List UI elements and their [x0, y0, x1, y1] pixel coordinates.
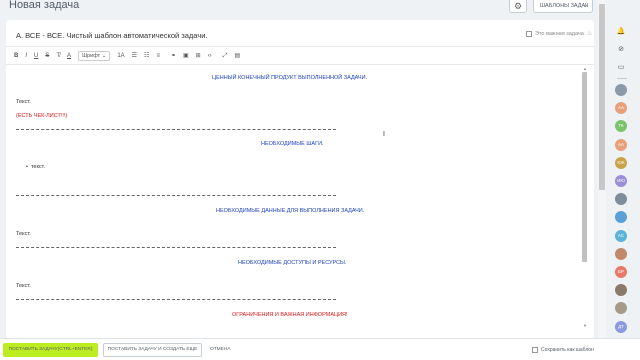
- gear-icon: ⚙: [513, 1, 523, 11]
- avatar[interactable]: ТК: [615, 120, 627, 133]
- numbered-list-icon[interactable]: ☰: [132, 49, 137, 63]
- section-heading: НЕОБХОДИМЫЕ ДОСТУПЫ И РЕСУРСЫ.: [238, 260, 347, 266]
- avatar[interactable]: [615, 302, 627, 315]
- cancel-button[interactable]: ОТМЕНА: [207, 343, 234, 357]
- avatar[interactable]: [615, 247, 627, 260]
- settings-button[interactable]: ⚙: [509, 0, 527, 13]
- avatar[interactable]: ДТ: [615, 320, 627, 333]
- templates-dropdown[interactable]: ШАБЛОНЫ ЗАДАЧ ⌄: [533, 0, 593, 13]
- bell-icon[interactable]: 🔔: [615, 26, 627, 38]
- italic-button[interactable]: I: [25, 49, 27, 63]
- save-template-checkbox[interactable]: [532, 347, 538, 353]
- section-heading: ЦЕННЫЙ КОНЕЧНЫЙ ПРОДУКТ ВЫПОЛНЕННОЙ ЗАДА…: [212, 75, 368, 81]
- chevron-down-icon: ⌄: [582, 3, 588, 9]
- list-item: текст.: [26, 164, 45, 170]
- save-template-label: Сохранить как шаблон: [541, 347, 594, 353]
- save-as-template-toggle[interactable]: Сохранить как шаблон: [532, 347, 594, 353]
- font-size-button[interactable]: 1A: [117, 49, 124, 63]
- text-cursor-icon: I: [383, 131, 385, 138]
- link-icon[interactable]: ⚭: [171, 49, 176, 63]
- warning-heading: ОГРАНИЧЕНИЯ И ВАЖНАЯ ИНФОРМАЦИЯ!: [232, 312, 348, 318]
- editor-content[interactable]: ЦЕННЫЙ КОНЕЧНЫЙ ПРОДУКТ ВЫПОЛНЕННОЙ ЗАДА…: [6, 65, 586, 335]
- dashed-divider: [16, 247, 336, 248]
- dashed-divider: [16, 129, 336, 130]
- submit-and-create-button[interactable]: ПОСТАВИТЬ ЗАДАЧУ И СОЗДАТЬ ЕЩЕ: [103, 343, 202, 357]
- editor-scrollbar[interactable]: [582, 72, 587, 262]
- avatar[interactable]: [615, 211, 627, 224]
- scroll-down-arrow[interactable]: ▼: [583, 323, 587, 328]
- page-title: Новая задача: [9, 0, 80, 11]
- flame-icon: ♨: [586, 31, 593, 37]
- important-label: Это важная задача: [535, 30, 584, 37]
- important-checkbox[interactable]: [526, 30, 532, 37]
- avatar[interactable]: ЮК: [615, 156, 627, 169]
- avatar[interactable]: АС: [615, 229, 627, 242]
- image-icon[interactable]: ▣: [183, 49, 189, 63]
- search-icon[interactable]: ⊘: [615, 44, 627, 56]
- strikethrough-button[interactable]: S: [45, 49, 49, 63]
- clear-format-button[interactable]: T̸: [56, 49, 60, 63]
- templates-label: ШАБЛОНЫ ЗАДАЧ: [540, 3, 589, 9]
- text-color-button[interactable]: A: [67, 49, 71, 63]
- bold-button[interactable]: B: [14, 49, 18, 63]
- avatar[interactable]: [615, 193, 627, 206]
- paragraph: Текст.: [16, 231, 31, 237]
- submit-button[interactable]: ПОСТАВИТЬ ЗАДАЧУ(CTRL+ENTER): [3, 343, 98, 357]
- chat-icon[interactable]: ▭: [615, 62, 627, 74]
- code-icon[interactable]: ‹›: [208, 49, 212, 63]
- task-form: А. ВСЕ - ВСЕ. Чистый шаблон автоматическ…: [6, 20, 594, 338]
- avatar[interactable]: ИЮ: [615, 175, 627, 187]
- divider: [617, 78, 627, 79]
- fullscreen-icon[interactable]: ⤢: [223, 49, 228, 63]
- dashed-divider: [16, 299, 336, 300]
- avatar[interactable]: [615, 84, 627, 96]
- avatar[interactable]: [615, 284, 627, 297]
- task-title-input[interactable]: А. ВСЕ - ВСЕ. Чистый шаблон автоматическ…: [16, 31, 208, 40]
- checklist-note: (ЕСТЬ ЧЕК-ЛИСТ!!!): [16, 113, 68, 119]
- dashed-divider: [16, 195, 336, 196]
- page-scrollbar[interactable]: [599, 4, 605, 190]
- right-sidebar: 🔔 ⊘ ▭ АА ТК АА ЮК ИЮ АС ЕР ДТ: [610, 0, 640, 360]
- important-toggle[interactable]: Это важная задача ♨: [526, 30, 592, 37]
- divider: [6, 46, 594, 47]
- section-heading: НЕОБХОДИМЫЕ ДАННЫЕ ДЛЯ ВЫПОЛНЕНИЯ ЗАДАЧИ…: [216, 208, 365, 214]
- footer-bar: ПОСТАВИТЬ ЗАДАЧУ(CTRL+ENTER) ПОСТАВИТЬ З…: [0, 338, 640, 360]
- paragraph: Текст.: [16, 283, 31, 289]
- avatar[interactable]: ЕР: [615, 266, 627, 278]
- section-heading: НЕОБХОДИМЫЕ ШАГИ.: [261, 141, 324, 147]
- editor-toolbar: B I U S T̸ A Шрифт ⌄ 1A ☰ ☷ ≡ ⚭ ▣ ⊞ ‹› ⤢…: [14, 49, 247, 63]
- table-icon[interactable]: ⊞: [196, 49, 201, 63]
- underline-button[interactable]: U: [34, 49, 38, 63]
- avatar[interactable]: АА: [615, 102, 627, 115]
- paragraph: Текст.: [16, 99, 31, 105]
- font-select[interactable]: Шрифт ⌄: [78, 51, 111, 61]
- font-select-label: Шрифт: [82, 53, 101, 59]
- scroll-up-arrow[interactable]: ▲: [583, 66, 587, 71]
- source-icon[interactable]: ▤: [235, 49, 241, 63]
- bullet-list-icon[interactable]: ☷: [144, 49, 149, 63]
- align-icon[interactable]: ≡: [156, 49, 160, 63]
- avatar[interactable]: АА: [615, 138, 627, 151]
